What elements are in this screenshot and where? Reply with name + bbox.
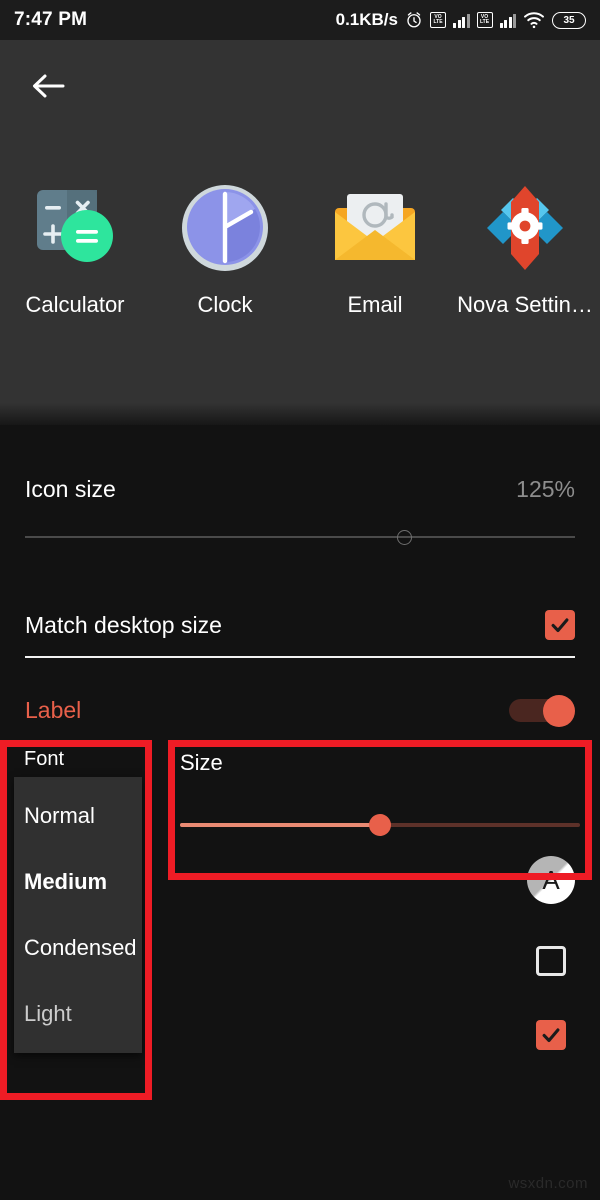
status-bar: 7:47 PM 0.1KB/s VO LTE VO LTE 35 [0,0,600,40]
label-toggle[interactable] [509,695,575,727]
preview-app-row: Calculator Clock Email Nova Settin… [0,180,600,318]
watermark: wsxdn.com [508,1175,588,1192]
font-dropdown[interactable]: Font Normal Medium Condensed Light [14,748,142,1053]
label-text-color-swatch[interactable]: A [527,856,575,904]
sim2-volte-icon: VO LTE [476,12,493,28]
match-desktop-size-checkbox[interactable] [545,610,575,640]
font-option-condensed[interactable]: Condensed [14,915,142,981]
slider-thumb[interactable] [369,814,391,836]
wifi-icon [524,12,544,29]
setting-icon-size[interactable]: Icon size 125% [0,469,600,509]
status-bar-time: 7:47 PM [14,9,88,30]
label-shadow-checkbox[interactable] [536,946,566,976]
icon-size-value: 125% [516,475,575,502]
status-bar-icons: 0.1KB/s VO LTE VO LTE 35 [336,10,586,30]
toggle-knob [543,695,575,727]
preview-app-nova-settings[interactable]: Nova Settin… [453,180,598,318]
slider-track-fill [180,823,380,827]
network-speed-label: 0.1KB/s [335,10,398,29]
icon-size-label: Icon size [25,475,116,502]
preview-app-email[interactable]: Email [303,180,448,318]
preview-app-label: Calculator [25,292,125,317]
slider-track [25,536,575,538]
font-option-list: Normal Medium Condensed Light [14,777,142,1053]
preview-app-label: Email [347,292,403,317]
phone-screen: 7:47 PM 0.1KB/s VO LTE VO LTE 35 Calcula… [0,0,600,1200]
match-desktop-size-label: Match desktop size [25,611,222,638]
back-button[interactable] [24,62,72,110]
font-option-medium[interactable]: Medium [14,849,142,915]
icon-size-slider[interactable] [25,525,575,549]
sim2-signal-icon [499,12,516,28]
preview-app-label: Clock [197,292,253,317]
font-option-light[interactable]: Light [14,981,142,1047]
slider-thumb[interactable] [397,530,412,545]
font-dropdown-title: Font [24,748,65,770]
preview-app-calculator[interactable]: Calculator [3,180,148,318]
back-arrow-icon [33,74,65,98]
icon-preview-panel: Calculator Clock Email Nova Settin… [0,40,600,425]
label-single-line-checkbox[interactable] [536,1020,566,1050]
label-section-title: Label [25,696,82,723]
setting-label[interactable]: Label [0,688,600,732]
sim1-volte-icon: VO LTE [430,12,446,28]
label-size-setting: Size [180,750,580,836]
label-size-slider[interactable] [180,814,580,836]
nova-settings-icon [477,180,573,276]
clock-icon [177,180,273,276]
preview-app-label: Nova Settin… [457,292,593,317]
preview-app-clock[interactable]: Clock [153,180,298,318]
swatch-letter: A [542,864,560,895]
sim1-signal-icon [453,12,470,28]
alarm-clock-icon [407,12,421,28]
calculator-icon [27,180,123,276]
email-envelope-icon [327,180,423,276]
battery-indicator: 35 [552,11,586,29]
size-label: Size [180,750,223,775]
setting-match-desktop-size[interactable]: Match desktop size [0,603,600,647]
section-divider [25,656,575,658]
font-option-normal[interactable]: Normal [14,783,142,849]
